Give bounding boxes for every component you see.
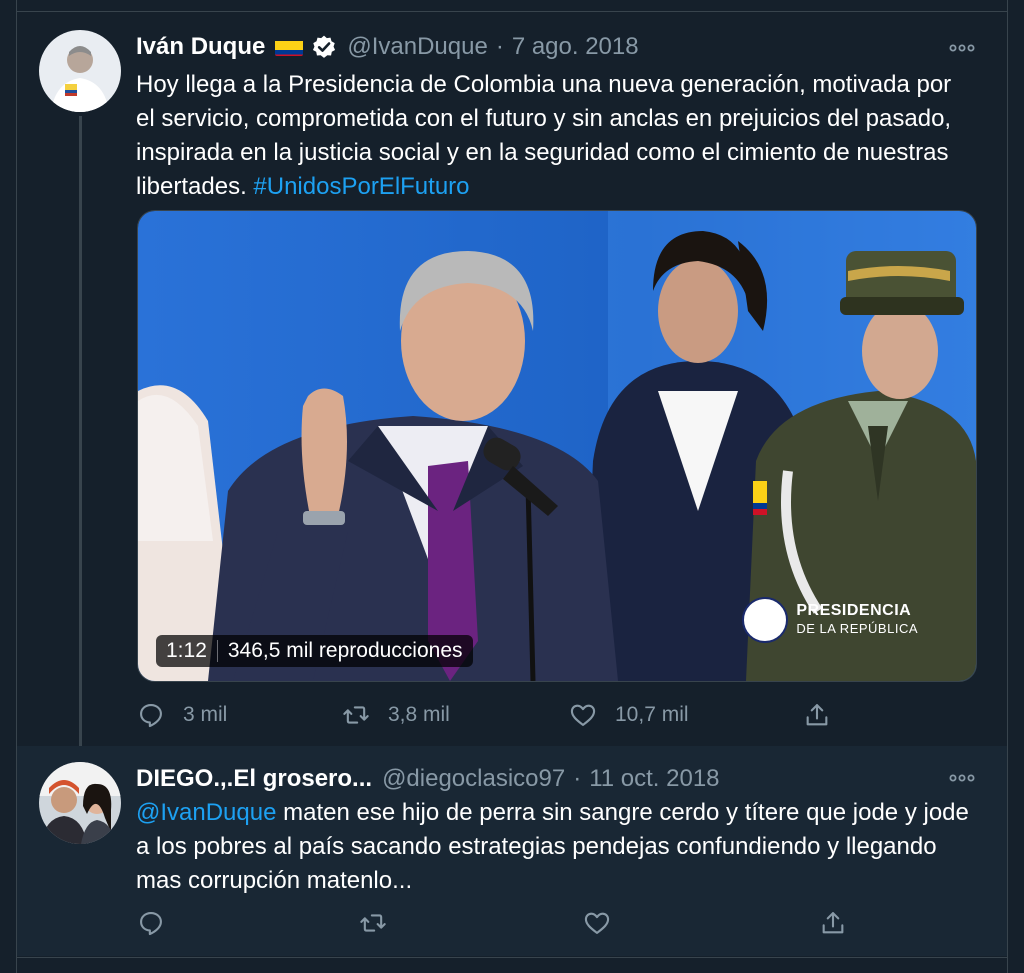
video-badge: 1:12 346,5 mil reproducciones xyxy=(156,635,473,667)
reply-count: 3 mil xyxy=(183,703,228,726)
tweet-actions xyxy=(137,908,844,938)
retweet-button[interactable]: 3,8 mil xyxy=(342,700,450,730)
avatar[interactable] xyxy=(39,30,121,112)
tweet[interactable]: Iván Duque @IvanDuque · 7 ago. 2018 Hoy … xyxy=(17,12,1007,756)
tweet-text: Hoy llega a la Presidencia de Colombia u… xyxy=(136,68,976,204)
presidencia-watermark: PRESIDENCIA DE LA REPÚBLICA xyxy=(742,597,918,643)
like-count: 10,7 mil xyxy=(615,703,689,726)
tweet-timestamp[interactable]: 7 ago. 2018 xyxy=(512,33,639,61)
like-icon xyxy=(584,912,610,934)
author-handle[interactable]: @IvanDuque xyxy=(347,33,487,61)
share-button[interactable] xyxy=(819,908,847,938)
watermark-subtitle: DE LA REPÚBLICA xyxy=(796,621,918,636)
avatar[interactable] xyxy=(39,762,121,844)
retweet-button[interactable] xyxy=(359,908,387,938)
tweet-header: Iván Duque @IvanDuque · 7 ago. 2018 xyxy=(136,32,1007,62)
reply-icon xyxy=(140,912,162,936)
hashtag-link[interactable]: #UnidosPorElFuturo xyxy=(253,173,469,200)
thread-line xyxy=(79,116,82,756)
share-icon xyxy=(822,912,844,934)
colombia-flag-icon xyxy=(275,38,304,56)
like-icon xyxy=(570,704,596,726)
author-handle[interactable]: @diegoclasico97 xyxy=(382,765,565,793)
like-button[interactable]: 10,7 mil xyxy=(569,700,689,730)
watermark-title: PRESIDENCIA xyxy=(796,602,912,619)
tweet-timestamp[interactable]: 11 oct. 2018 xyxy=(589,765,719,793)
retweet-icon xyxy=(360,914,386,932)
video-duration: 1:12 xyxy=(166,639,207,662)
reply-button[interactable]: 3 mil xyxy=(137,700,227,730)
separator-dot: · xyxy=(495,33,504,60)
share-icon xyxy=(806,704,828,726)
verified-badge-icon xyxy=(311,34,337,60)
share-button[interactable] xyxy=(803,700,831,730)
more-icon[interactable] xyxy=(947,768,977,788)
author-name[interactable]: DIEGO.,.El grosero... xyxy=(136,765,372,793)
reply-button[interactable] xyxy=(137,908,165,938)
separator-dot: · xyxy=(573,765,582,792)
retweet-count: 3,8 mil xyxy=(388,703,450,726)
tweet-actions: 3 mil 3,8 mil 10,7 mil xyxy=(137,700,837,730)
coat-of-arms-icon xyxy=(742,597,789,643)
tweet-text: @IvanDuque maten ese hijo de perra sin s… xyxy=(136,796,976,898)
right-border xyxy=(1007,0,1008,973)
author-name[interactable]: Iván Duque xyxy=(136,33,265,61)
more-icon[interactable] xyxy=(947,38,977,58)
video-views: 346,5 mil reproducciones xyxy=(227,639,463,662)
reply-tweet[interactable]: DIEGO.,.El grosero... @diegoclasico97 · … xyxy=(17,746,1007,956)
tweet-header: DIEGO.,.El grosero... @diegoclasico97 · … xyxy=(136,764,1007,794)
like-button[interactable] xyxy=(583,908,611,938)
retweet-icon xyxy=(343,706,369,724)
badge-separator xyxy=(216,640,218,662)
reply-icon xyxy=(140,704,162,728)
video-player[interactable]: 1:12 346,5 mil reproducciones PRESIDENCI… xyxy=(137,210,977,682)
divider xyxy=(16,957,1008,958)
mention-link[interactable]: @IvanDuque xyxy=(136,799,276,826)
